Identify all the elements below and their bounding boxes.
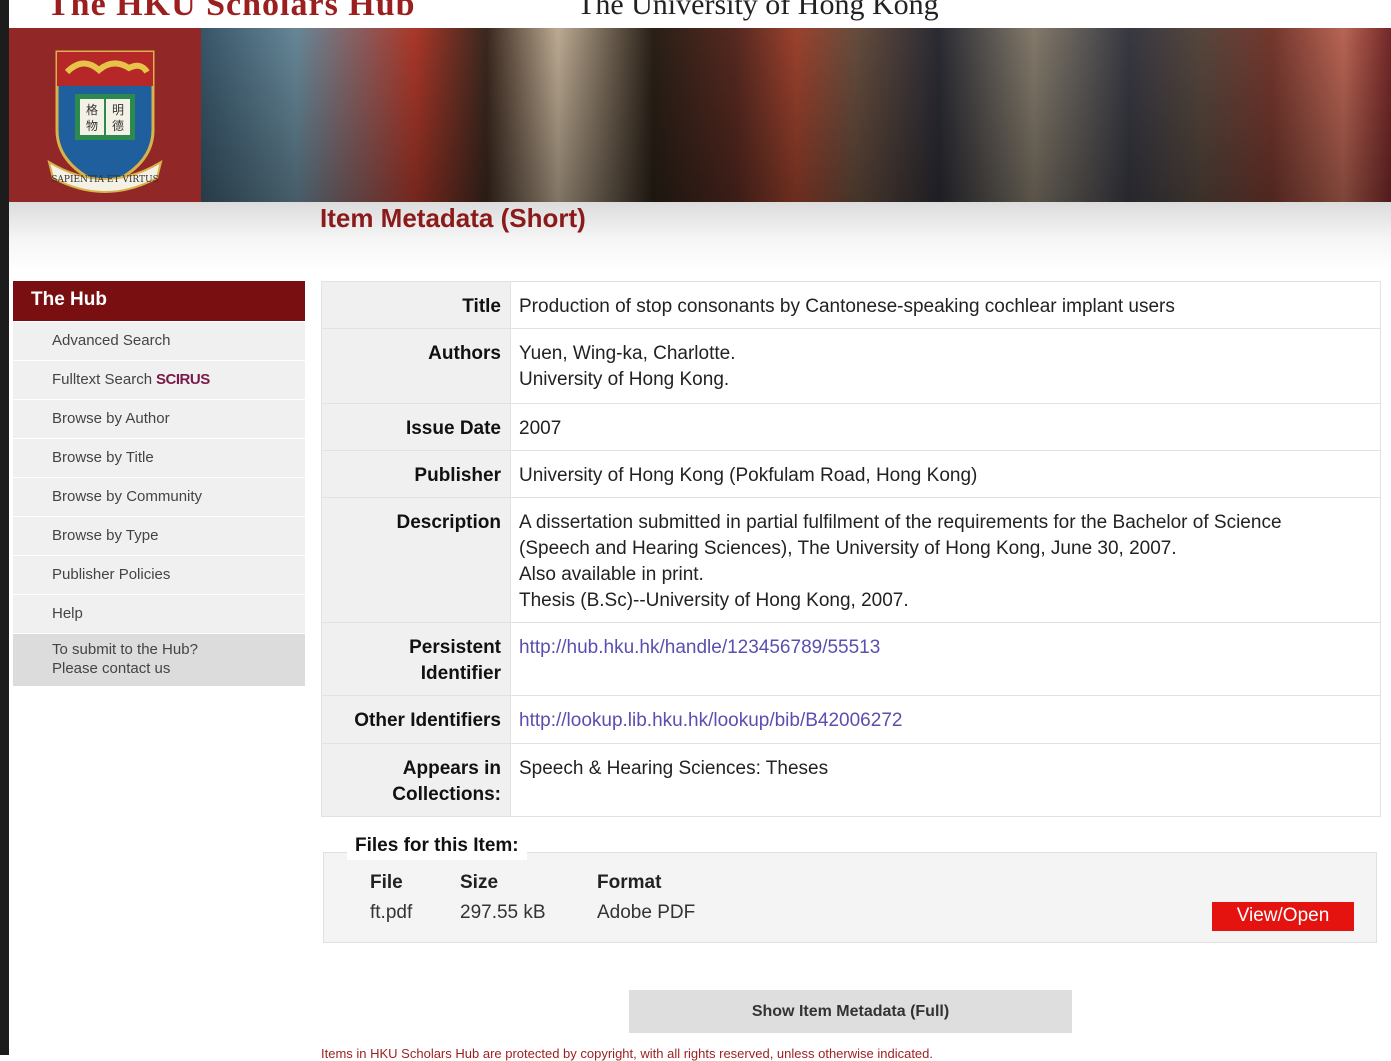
publisher-label: Publisher bbox=[321, 450, 511, 498]
sidebar-item-browse-by-author[interactable]: Browse by Author bbox=[13, 399, 305, 438]
persistent-identifier-label: Persistent Identifier bbox=[321, 622, 511, 696]
title-label: Title bbox=[321, 281, 511, 329]
publisher-value: University of Hong Kong (Pokfulam Road, … bbox=[510, 450, 1381, 498]
svg-text:德: 德 bbox=[112, 118, 124, 133]
table-row: Issue Date 2007 bbox=[321, 403, 1381, 451]
description-value: A dissertation submitted in partial fulf… bbox=[510, 497, 1381, 623]
table-row: Title Production of stop consonants by C… bbox=[321, 281, 1381, 329]
issue-date-label: Issue Date bbox=[321, 403, 511, 451]
other-identifier-link[interactable]: http://lookup.lib.hku.hk/lookup/bib/B420… bbox=[519, 710, 902, 731]
file-column-header: File bbox=[370, 872, 403, 893]
sidebar-item-advanced-search[interactable]: Advanced Search bbox=[13, 321, 305, 360]
sidebar-heading: The Hub bbox=[13, 281, 305, 321]
author-name: Yuen, Wing-ka, Charlotte. bbox=[519, 343, 736, 364]
collections-value[interactable]: Speech & Hearing Sciences: Theses bbox=[510, 743, 1381, 817]
title-value: Production of stop consonants by Cantone… bbox=[510, 281, 1381, 329]
sidebar-item-publisher-policies[interactable]: Publisher Policies bbox=[13, 555, 305, 594]
sidebar-item-browse-by-community[interactable]: Browse by Community bbox=[13, 477, 305, 516]
file-format: Adobe PDF bbox=[597, 902, 696, 923]
header-banner: 格 明 物 德 SAPIENTIA ET VIRTUS bbox=[9, 28, 1391, 202]
show-full-metadata-button[interactable]: Show Item Metadata (Full) bbox=[629, 990, 1072, 1033]
table-row: Authors Yuen, Wing-ka, Charlotte. Univer… bbox=[321, 328, 1381, 404]
svg-text:SAPIENTIA ET VIRTUS: SAPIENTIA ET VIRTUS bbox=[51, 175, 159, 185]
format-column-header: Format bbox=[597, 872, 662, 893]
size-column-header: Size bbox=[460, 872, 499, 893]
persistent-identifier-link[interactable]: http://hub.hku.hk/handle/123456789/55513 bbox=[519, 637, 880, 658]
view-open-button[interactable]: View/Open bbox=[1212, 902, 1354, 931]
title-band bbox=[9, 202, 1391, 272]
sidebar-item-fulltext-search[interactable]: Fulltext Search SCIRUS bbox=[13, 360, 305, 399]
file-size: 297.55 kB bbox=[460, 902, 546, 923]
sidebar-contact-link[interactable]: To submit to the Hub? Please contact us bbox=[13, 633, 305, 686]
sidebar-item-help[interactable]: Help bbox=[13, 594, 305, 633]
svg-text:格: 格 bbox=[86, 102, 98, 117]
svg-text:物: 物 bbox=[86, 119, 98, 133]
svg-text:明: 明 bbox=[112, 103, 124, 117]
authors-label: Authors bbox=[321, 328, 511, 404]
university-name: The University of Hong Kong bbox=[577, 0, 939, 21]
copyright-note: Items in HKU Scholars Hub are protected … bbox=[321, 1046, 934, 1061]
other-identifiers-label: Other Identifiers bbox=[321, 695, 511, 744]
hku-crest-logo[interactable]: 格 明 物 德 SAPIENTIA ET VIRTUS bbox=[43, 46, 167, 196]
table-row: Description A dissertation submitted in … bbox=[321, 497, 1381, 623]
files-legend: Files for this Item: bbox=[347, 832, 527, 860]
sidebar: The Hub Advanced Search Fulltext Search S… bbox=[13, 281, 305, 686]
file-name-link[interactable]: ft.pdf bbox=[370, 902, 412, 924]
table-row: Persistent Identifier http://hub.hku.hk/… bbox=[321, 622, 1381, 696]
table-row: Publisher University of Hong Kong (Pokfu… bbox=[321, 450, 1381, 498]
scirus-logo: SCIRUS bbox=[156, 371, 210, 388]
sidebar-item-browse-by-type[interactable]: Browse by Type bbox=[13, 516, 305, 555]
table-row: Appears in Collections: Speech & Hearing… bbox=[321, 743, 1381, 817]
page-title: Item Metadata (Short) bbox=[320, 203, 586, 233]
item-metadata-table: Title Production of stop consonants by C… bbox=[321, 281, 1381, 817]
author-affiliation: University of Hong Kong. bbox=[519, 369, 730, 390]
sidebar-item-browse-by-title[interactable]: Browse by Title bbox=[13, 438, 305, 477]
collections-label: Appears in Collections: bbox=[321, 743, 511, 817]
authors-value: Yuen, Wing-ka, Charlotte. University of … bbox=[510, 328, 1381, 404]
site-title[interactable]: The HKU Scholars Hub bbox=[47, 0, 416, 24]
issue-date-value: 2007 bbox=[510, 403, 1381, 451]
description-label: Description bbox=[321, 497, 511, 623]
site-title-strip: The HKU Scholars Hub The University of H… bbox=[9, 0, 1391, 28]
table-row: Other Identifiers http://lookup.lib.hku.… bbox=[321, 695, 1381, 744]
window-left-edge bbox=[0, 0, 9, 1055]
